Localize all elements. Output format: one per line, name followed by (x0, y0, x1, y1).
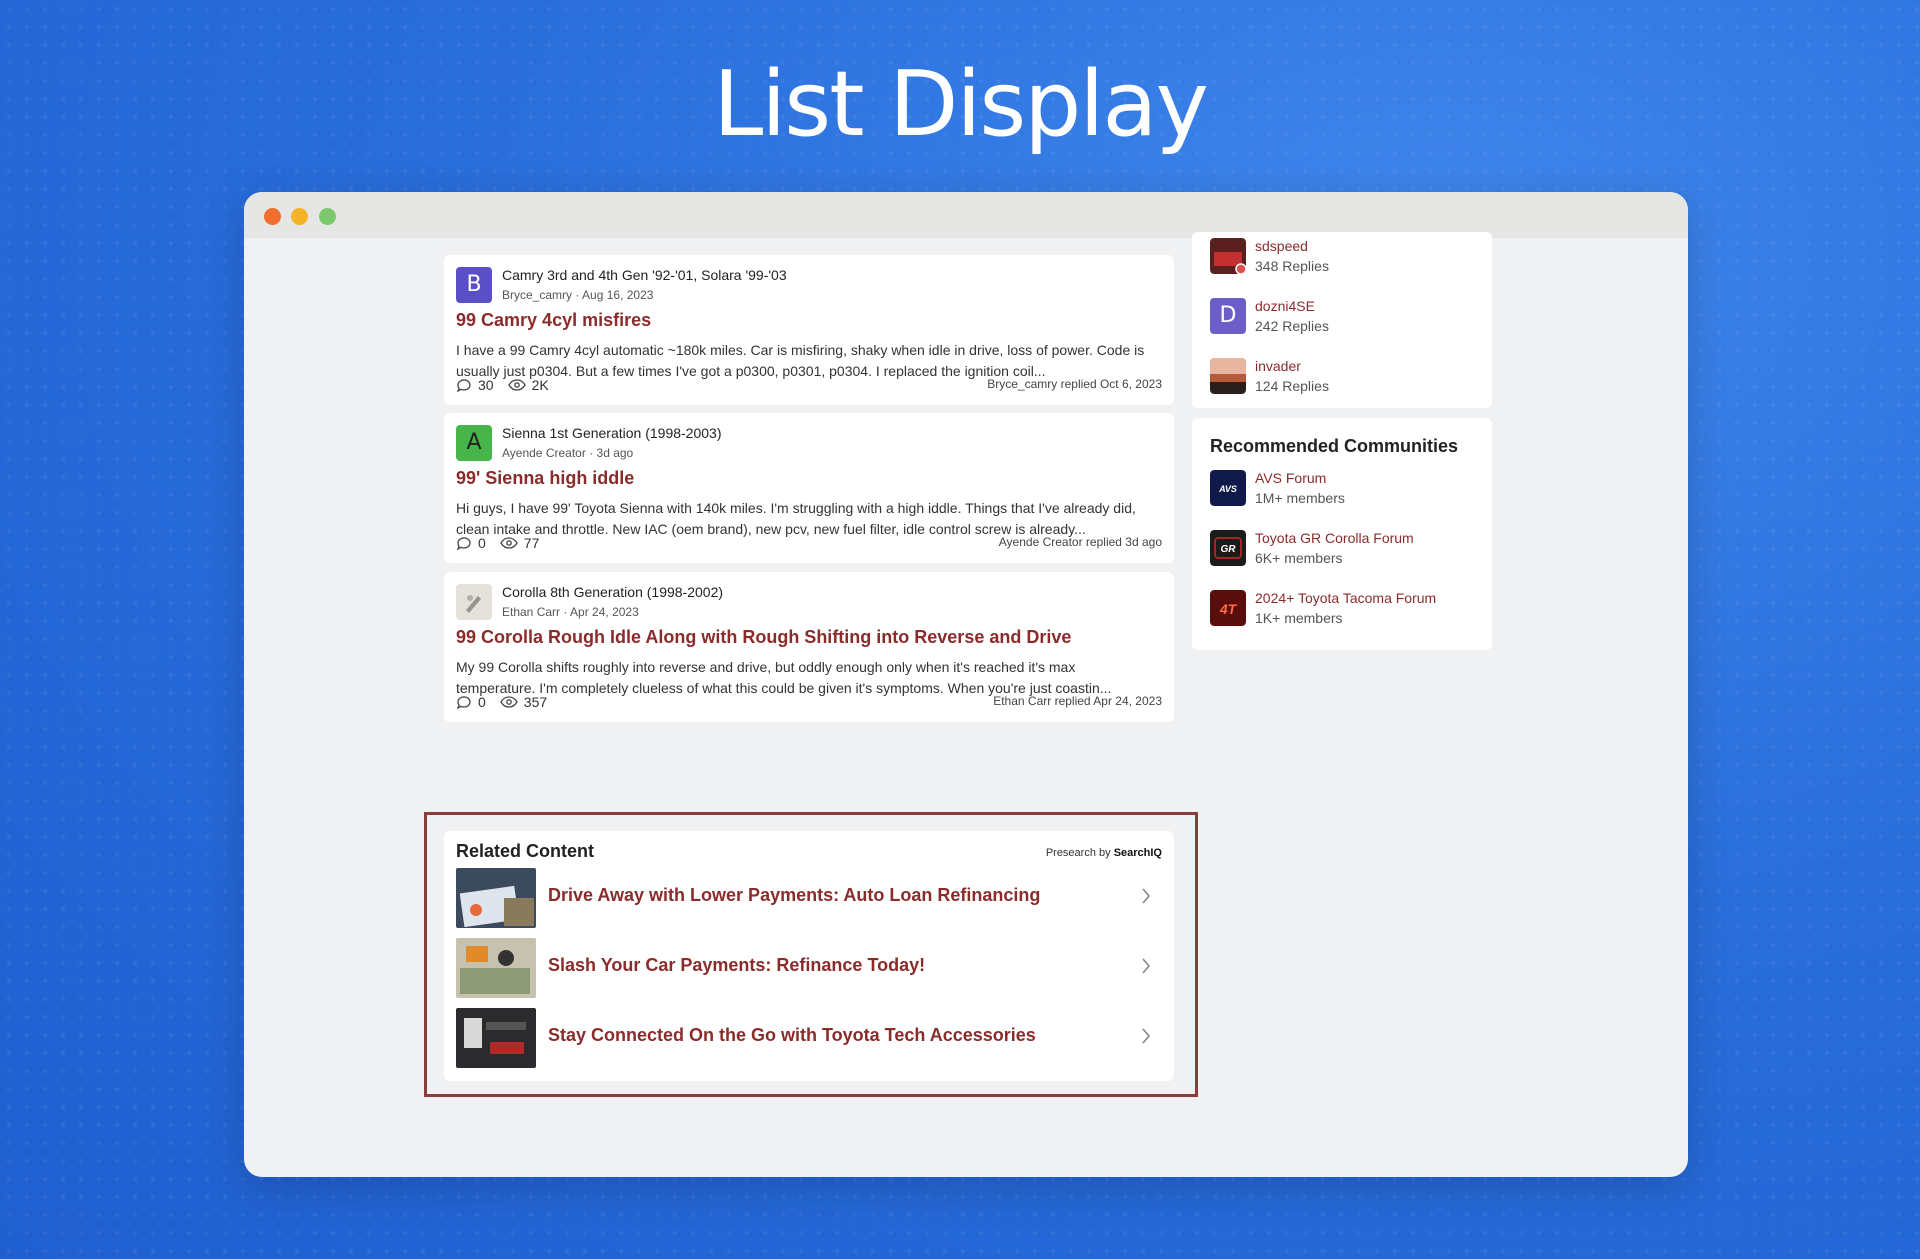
related-item[interactable]: Slash Your Car Payments: Refinance Today… (456, 938, 1162, 1000)
powered-by[interactable]: Presearch by SearchIQ (1046, 847, 1162, 859)
contributor-name[interactable]: dozni4SE (1255, 298, 1315, 314)
community-name[interactable]: Toyota GR Corolla Forum (1255, 530, 1414, 546)
page-content: B Camry 3rd and 4th Gen '92-'01, Solara … (244, 232, 1688, 1177)
separator-dot: · (589, 446, 597, 460)
community-logo-text: AVS (1218, 484, 1237, 494)
thread-card[interactable]: A Sienna 1st Generation (1998-2003) Ayen… (444, 413, 1174, 563)
avatar[interactable] (1210, 238, 1246, 274)
community-name[interactable]: AVS Forum (1255, 470, 1326, 486)
chevron-right-icon[interactable] (1140, 1026, 1152, 1046)
related-item[interactable]: Stay Connected On the Go with Toyota Tec… (456, 1008, 1162, 1070)
community-logo[interactable]: GR (1210, 530, 1246, 566)
eye-icon (500, 696, 518, 708)
thread-title[interactable]: 99' Sienna high iddle (456, 468, 634, 489)
last-reply-info: Ethan Carr replied Apr 24, 2023 (993, 694, 1162, 708)
related-item-title[interactable]: Drive Away with Lower Payments: Auto Loa… (548, 885, 1040, 906)
avatar[interactable] (1210, 358, 1246, 394)
thread-title[interactable]: 99 Corolla Rough Idle Along with Rough S… (456, 627, 1071, 648)
community-name[interactable]: 2024+ Toyota Tacoma Forum (1255, 590, 1436, 606)
related-content-widget: Related Content Presearch by SearchIQ Dr… (444, 831, 1174, 1081)
chevron-right-icon[interactable] (1140, 886, 1152, 906)
related-item-title[interactable]: Slash Your Car Payments: Refinance Today… (548, 955, 925, 976)
thread-author[interactable]: Ethan Carr (502, 605, 560, 619)
thread-meta: Bryce_camry · Aug 16, 2023 (502, 288, 653, 302)
community-members: 6K+ members (1255, 550, 1343, 566)
thread-forum-name[interactable]: Corolla 8th Generation (1998-2002) (502, 584, 723, 600)
maximize-window-button[interactable] (319, 208, 336, 225)
thread-forum-name[interactable]: Camry 3rd and 4th Gen '92-'01, Solara '9… (502, 267, 787, 283)
eye-icon (500, 537, 518, 549)
comment-icon (456, 696, 471, 710)
reply-count: 0 (456, 535, 486, 551)
reply-count-value: 30 (478, 377, 494, 393)
pencil-sketch-icon (466, 595, 481, 613)
community-members: 1M+ members (1255, 490, 1345, 506)
related-thumbnail (456, 1008, 536, 1068)
view-count: 357 (500, 694, 547, 710)
view-count: 77 (500, 535, 540, 551)
thread-stats: 30 2K (456, 377, 549, 393)
powered-by-prefix: Presearch by (1045, 847, 1111, 859)
page-title: List Display (713, 52, 1209, 157)
thread-forum-name[interactable]: Sienna 1st Generation (1998-2003) (502, 425, 721, 441)
reply-count: 30 (456, 377, 494, 393)
powered-by-brand[interactable]: SearchIQ (1114, 847, 1162, 859)
contributor-name[interactable]: sdspeed (1255, 238, 1308, 254)
community-logo[interactable]: 4T (1210, 590, 1246, 626)
contributor-replies: 242 Replies (1255, 318, 1329, 334)
recommended-communities-card: Recommended Communities AVS AVS Forum 1M… (1192, 418, 1492, 650)
eye-icon (507, 379, 526, 391)
reply-count-value: 0 (478, 535, 486, 551)
minimize-window-button[interactable] (291, 208, 308, 225)
related-thumbnail (456, 938, 536, 998)
thread-stats: 0 77 (456, 535, 539, 551)
related-content-heading: Related Content (456, 841, 595, 861)
thread-meta: Ethan Carr · Apr 24, 2023 (502, 605, 639, 619)
reply-count-value: 0 (478, 694, 486, 710)
thread-meta: Ayende Creator · 3d ago (502, 446, 633, 460)
community-logo-text: 4T (1219, 601, 1238, 617)
contributor-replies: 124 Replies (1255, 378, 1329, 394)
view-count-value: 2K (531, 377, 549, 393)
comment-icon (456, 537, 471, 551)
thread-excerpt: I have a 99 Camry 4cyl automatic ~180k m… (456, 342, 1145, 379)
last-reply-info: Bryce_camry replied Oct 6, 2023 (987, 377, 1162, 391)
view-count-value: 357 (523, 694, 548, 710)
avatar[interactable]: A (456, 425, 492, 461)
thread-date: Aug 16, 2023 (582, 288, 654, 302)
thread-card[interactable]: B Camry 3rd and 4th Gen '92-'01, Solara … (444, 255, 1174, 405)
community-logo-text: GR (1221, 544, 1237, 555)
avatar[interactable]: B (456, 267, 492, 303)
thread-excerpt: Hi guys, I have 99' Toyota Sienna with 1… (456, 500, 1136, 537)
view-count: 2K (507, 377, 549, 393)
close-window-button[interactable] (264, 208, 281, 225)
related-thumbnail (456, 868, 536, 928)
view-count-value: 77 (523, 535, 540, 551)
last-reply-info: Ayende Creator replied 3d ago (998, 535, 1162, 549)
thread-stats: 0 357 (456, 694, 547, 710)
contributor-replies: 348 Replies (1255, 258, 1329, 274)
comment-icon (456, 379, 471, 393)
community-logo[interactable]: AVS (1210, 470, 1246, 506)
community-members: 1K+ members (1255, 610, 1343, 626)
thread-date: Apr 24, 2023 (570, 605, 639, 619)
recommended-communities-heading: Recommended Communities (1210, 436, 1459, 456)
thread-card[interactable]: Corolla 8th Generation (1998-2002) Ethan… (444, 572, 1174, 722)
browser-window: B Camry 3rd and 4th Gen '92-'01, Solara … (244, 192, 1688, 1177)
thread-excerpt: My 99 Corolla shifts roughly into revers… (456, 659, 1112, 696)
top-contributors-card: sdspeed 348 Replies D dozni4SE 242 Repli… (1192, 232, 1492, 408)
avatar[interactable]: D (1210, 298, 1246, 334)
thread-date: 3d ago (596, 446, 634, 460)
thread-title[interactable]: 99 Camry 4cyl misfires (456, 310, 651, 331)
related-item-title[interactable]: Stay Connected On the Go with Toyota Tec… (548, 1025, 1036, 1046)
thread-author[interactable]: Ayende Creator (502, 446, 586, 460)
avatar[interactable] (456, 584, 492, 620)
contributor-name[interactable]: invader (1255, 358, 1301, 374)
thread-author[interactable]: Bryce_camry (502, 288, 572, 302)
related-item[interactable]: Drive Away with Lower Payments: Auto Loa… (456, 868, 1162, 930)
reply-count: 0 (456, 694, 486, 710)
chevron-right-icon[interactable] (1140, 956, 1152, 976)
